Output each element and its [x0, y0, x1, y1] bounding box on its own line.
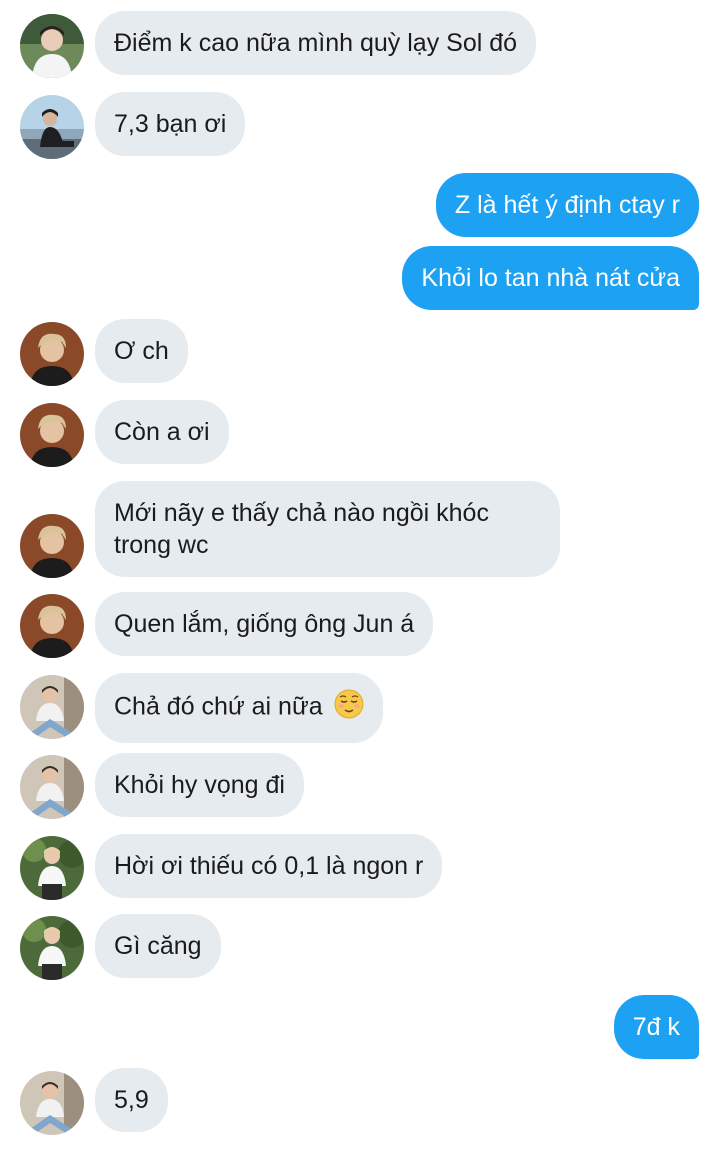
avatar-boy-sitting-icon — [20, 1071, 84, 1135]
message-bubble-incoming[interactable]: Quen lắm, giống ông Jun á — [95, 592, 434, 656]
avatar-boy-outdoor-icon — [20, 836, 84, 900]
message-bubble-incoming[interactable]: Gì căng — [95, 914, 221, 978]
avatar-boy-blonde-icon — [20, 403, 84, 467]
avatar-boy-seaside-icon — [20, 95, 84, 159]
avatar[interactable] — [20, 755, 84, 819]
avatar-boy-blonde-icon — [20, 322, 84, 386]
message-text: Khỏi hy vọng đi — [114, 771, 285, 799]
avatar[interactable] — [20, 95, 84, 159]
message-bubble-incoming[interactable]: Chả đó chứ ai nữa — [95, 673, 383, 743]
avatar-boy-blonde-icon — [20, 514, 84, 578]
message-text: 7,3 bạn ơi — [114, 110, 227, 138]
message-text: 5,9 — [114, 1086, 149, 1114]
message-bubble-incoming[interactable]: 7,3 bạn ơi — [95, 92, 246, 156]
message-text: Gì căng — [114, 932, 202, 960]
message-text: Mới nãy e thấy chả nào ngồi khóc trong w… — [114, 499, 489, 559]
message-text: Ơ ch — [114, 337, 169, 365]
avatar[interactable] — [20, 675, 84, 739]
message-bubble-incoming[interactable]: Còn a ơi — [95, 400, 229, 464]
message-text: Điểm k cao nữa mình quỳ lạy Sol đó — [114, 29, 518, 57]
avatar[interactable] — [20, 916, 84, 980]
avatar-boy-sitting-icon — [20, 675, 84, 739]
message-text: 7đ k — [632, 1013, 680, 1041]
message-bubble-outgoing[interactable]: Z là hết ý định ctay r — [435, 173, 699, 237]
message-bubble-incoming[interactable]: Ơ ch — [95, 319, 188, 383]
message-bubble-incoming[interactable]: Hời ơi thiếu có 0,1 là ngon r — [95, 834, 443, 898]
avatar[interactable] — [20, 836, 84, 900]
message-bubble-outgoing[interactable]: 7đ k — [613, 995, 699, 1059]
avatar[interactable] — [20, 1071, 84, 1135]
message-bubble-incoming[interactable]: 5,9 — [95, 1068, 168, 1132]
message-text: Còn a ơi — [114, 418, 210, 446]
message-bubble-outgoing[interactable]: Khỏi lo tan nhà nát cửa — [402, 246, 699, 310]
avatar[interactable] — [20, 14, 84, 78]
message-bubble-incoming[interactable]: Điểm k cao nữa mình quỳ lạy Sol đó — [95, 11, 537, 75]
avatar-boy-sitting-icon — [20, 755, 84, 819]
avatar[interactable] — [20, 322, 84, 386]
avatar[interactable] — [20, 594, 84, 658]
avatar-boy-blonde-icon — [20, 594, 84, 658]
message-bubble-incoming[interactable]: Khỏi hy vọng đi — [95, 753, 304, 817]
message-bubble-incoming[interactable]: Mới nãy e thấy chả nào ngồi khóc trong w… — [95, 481, 560, 577]
message-text: Chả đó chứ ai nữa — [114, 692, 323, 721]
relieved-face-icon — [334, 689, 364, 727]
message-text: Hời ơi thiếu có 0,1 là ngon r — [114, 852, 424, 880]
avatar[interactable] — [20, 514, 84, 578]
avatar-boy-white-shirt-icon — [20, 14, 84, 78]
message-text: Quen lắm, giống ông Jun á — [114, 610, 415, 638]
message-text: Khỏi lo tan nhà nát cửa — [421, 264, 680, 292]
message-text: Z là hết ý định ctay r — [454, 191, 680, 219]
avatar-boy-outdoor-icon — [20, 916, 84, 980]
avatar[interactable] — [20, 403, 84, 467]
